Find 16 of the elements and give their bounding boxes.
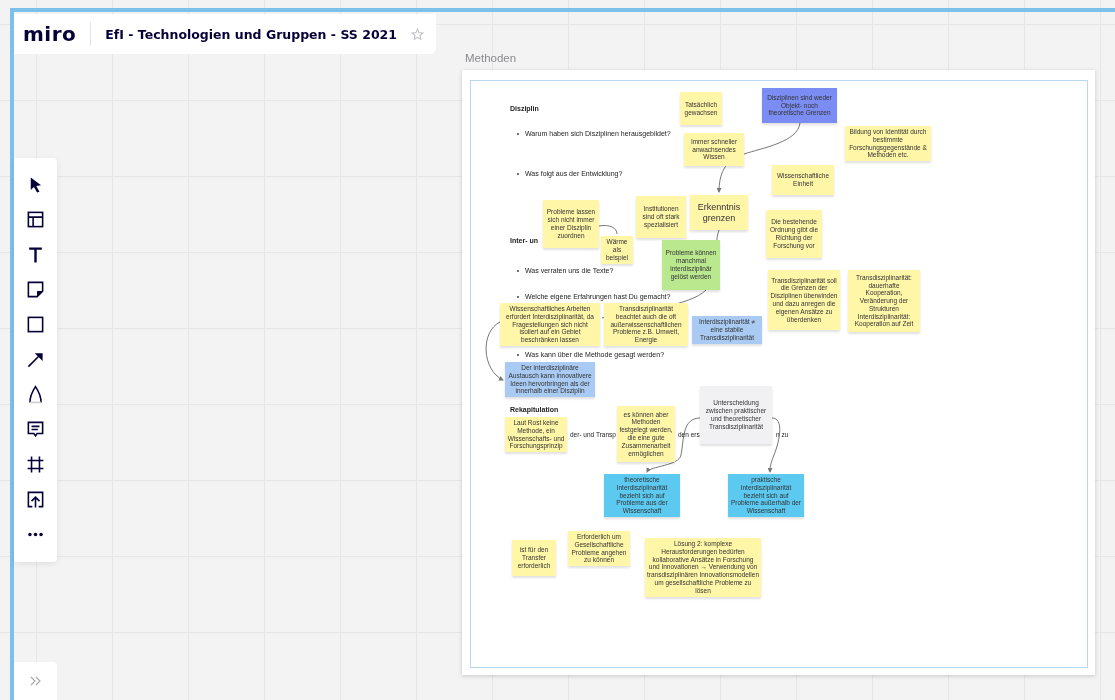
template-icon[interactable] — [26, 210, 45, 229]
logo[interactable]: miro — [23, 22, 77, 46]
upload-icon[interactable] — [26, 490, 45, 509]
comment-icon[interactable] — [26, 420, 45, 439]
board-title[interactable]: EfI - Technologien und Gruppen - SS 2021 — [105, 26, 397, 42]
rectangle-icon[interactable] — [26, 315, 45, 334]
pen-icon[interactable] — [26, 385, 45, 404]
text-icon[interactable] — [26, 245, 45, 264]
star-icon[interactable] — [411, 27, 424, 41]
sticky-note: Erkenntnis grenzen — [690, 195, 748, 230]
connector-line — [485, 321, 504, 381]
double-chevron-icon — [29, 676, 42, 686]
sticky-note-icon[interactable] — [26, 280, 45, 299]
frame-icon[interactable] — [26, 455, 45, 474]
connector-line — [767, 417, 781, 473]
arrow-icon[interactable] — [26, 350, 45, 369]
